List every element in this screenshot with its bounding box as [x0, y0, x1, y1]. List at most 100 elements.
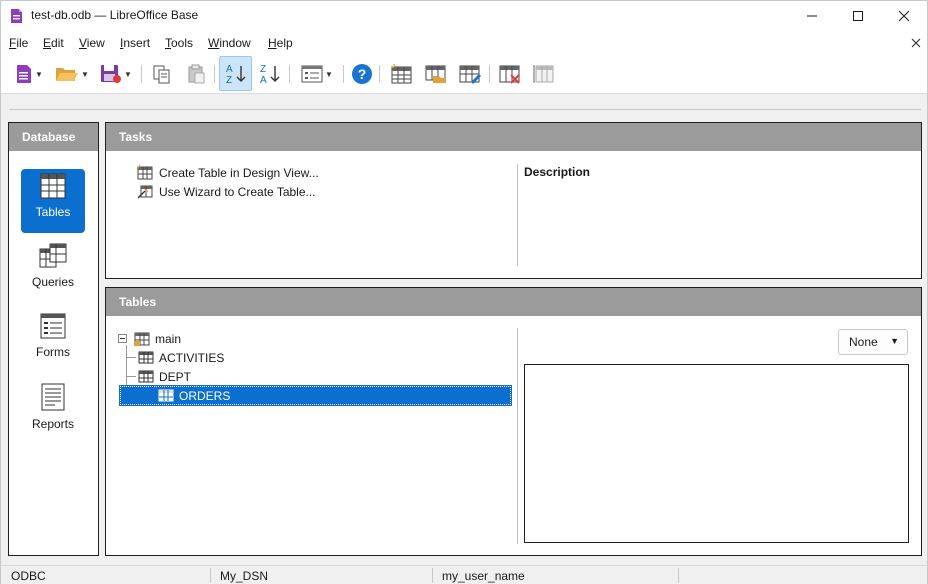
menu-edit[interactable]: Edit	[43, 36, 64, 50]
tree-connector	[126, 376, 136, 377]
queries-icon	[39, 243, 67, 268]
table-icon	[138, 370, 154, 383]
task-wizard-create-table[interactable]: Use Wizard to Create Table...	[137, 184, 316, 199]
database-panel: Database Tables Queries Forms Reports	[8, 122, 99, 556]
toolbar-separator	[343, 65, 344, 83]
minimize-button[interactable]	[789, 1, 835, 31]
chevron-down-icon: ▼	[890, 336, 899, 346]
preview-area	[524, 364, 909, 543]
preview-mode-value: None	[849, 335, 878, 349]
menu-view[interactable]: View	[79, 36, 105, 50]
paste-button[interactable]	[183, 60, 209, 88]
tables-divider	[517, 328, 518, 544]
svg-text:?: ?	[358, 66, 367, 82]
status-separator	[432, 568, 433, 583]
svg-text:Z: Z	[226, 75, 232, 85]
database-item-reports[interactable]: Reports	[21, 379, 85, 443]
database-item-forms[interactable]: Forms	[21, 309, 85, 373]
tree-node-activities[interactable]: ACTIVITIES	[138, 348, 338, 367]
app-window: test-db.odb — LibreOffice Base File Edit…	[0, 0, 928, 584]
database-item-label: Queries	[31, 275, 75, 289]
menu-window[interactable]: Window	[208, 36, 251, 50]
table-rename-icon	[533, 65, 554, 83]
toolbar-separator	[214, 65, 215, 83]
menu-file[interactable]: File	[9, 36, 28, 50]
window-title: test-db.odb — LibreOffice Base	[31, 8, 199, 22]
tasks-panel: Tasks Create Table in Design View... Use…	[105, 122, 922, 279]
toolbar-divider	[1, 93, 927, 94]
save-icon	[101, 65, 122, 83]
menu-help[interactable]: Help	[268, 36, 293, 50]
description-title: Description	[524, 165, 591, 179]
form-icon	[301, 65, 323, 83]
standard-toolbar: ▼ ▼ ▼ A Z Z A ▼ ?	[1, 55, 927, 93]
database-panel-header: Database	[9, 123, 98, 151]
tables-panel: Tables main ACTIVITIES DEPT ORDERS None …	[105, 287, 922, 556]
schema-icon	[134, 332, 150, 346]
copy-button[interactable]	[149, 60, 175, 88]
svg-text:Z: Z	[260, 64, 266, 75]
table-open-icon	[425, 65, 446, 83]
close-icon	[899, 11, 909, 21]
toolbar-separator	[379, 65, 380, 83]
create-table-design-button[interactable]	[389, 60, 415, 88]
tree-node-label: DEPT	[159, 369, 192, 384]
new-document-button[interactable]: ▼	[9, 60, 49, 88]
title-bar: test-db.odb — LibreOffice Base	[1, 1, 927, 31]
svg-text:A: A	[260, 75, 267, 85]
table-icon	[158, 389, 174, 402]
tables-panel-header: Tables	[106, 288, 921, 316]
database-item-label: Reports	[31, 417, 75, 431]
task-create-table-design[interactable]: Create Table in Design View...	[137, 165, 319, 180]
open-button[interactable]: ▼	[51, 60, 93, 88]
database-item-tables[interactable]: Tables	[21, 169, 85, 233]
paste-icon	[188, 64, 205, 84]
preview-mode-select[interactable]: None ▼	[838, 329, 908, 355]
tree-node-label: ACTIVITIES	[159, 350, 225, 365]
chevron-down-icon: ▼	[325, 69, 333, 79]
close-document-icon[interactable]	[911, 38, 921, 48]
tree-node-orders[interactable]: ORDERS	[119, 385, 512, 406]
database-item-queries[interactable]: Queries	[21, 239, 85, 303]
toolbar-separator	[489, 65, 490, 83]
collapse-icon[interactable]	[118, 334, 127, 343]
tree-node-label: main	[155, 331, 182, 346]
new-document-icon	[17, 65, 32, 83]
edit-table-button[interactable]	[457, 60, 483, 88]
menu-bar: File Edit View Insert Tools Window Help	[1, 31, 927, 55]
tree-connector	[126, 357, 136, 358]
task-label: Create Table in Design View...	[159, 165, 319, 180]
toolbar-separator	[289, 65, 290, 83]
sort-descending-button[interactable]: Z A	[255, 60, 285, 88]
help-button[interactable]: ?	[349, 60, 375, 88]
maximize-icon	[853, 11, 863, 21]
form-view-button[interactable]: ▼	[295, 60, 339, 88]
maximize-button[interactable]	[835, 1, 881, 31]
help-icon: ?	[352, 64, 372, 84]
delete-table-button[interactable]	[497, 60, 523, 88]
menu-insert[interactable]: Insert	[120, 36, 150, 50]
reports-icon	[41, 383, 65, 411]
close-window-button[interactable]	[881, 1, 927, 31]
table-edit-icon	[459, 65, 481, 84]
status-separator	[678, 568, 679, 583]
libreoffice-base-icon	[11, 9, 22, 23]
status-connection-type: ODBC	[11, 569, 46, 583]
tree-node-main[interactable]: main	[118, 329, 238, 348]
save-button[interactable]: ▼	[95, 60, 137, 88]
table-icon	[138, 351, 154, 364]
tree-node-label: ORDERS	[179, 388, 231, 403]
chevron-down-icon: ▼	[124, 69, 132, 79]
status-user: my_user_name	[442, 569, 525, 583]
menu-tools[interactable]: Tools	[165, 36, 193, 50]
tree-node-dept[interactable]: DEPT	[138, 367, 338, 386]
forms-icon	[40, 313, 66, 339]
database-item-label: Forms	[36, 345, 70, 359]
open-table-button[interactable]	[423, 60, 449, 88]
folder-open-icon	[56, 68, 79, 81]
sort-ascending-button[interactable]: A Z	[219, 56, 252, 91]
minimize-icon	[807, 15, 817, 17]
svg-text:A: A	[226, 64, 233, 75]
rename-table-button[interactable]	[531, 60, 557, 88]
copy-icon	[153, 65, 170, 84]
